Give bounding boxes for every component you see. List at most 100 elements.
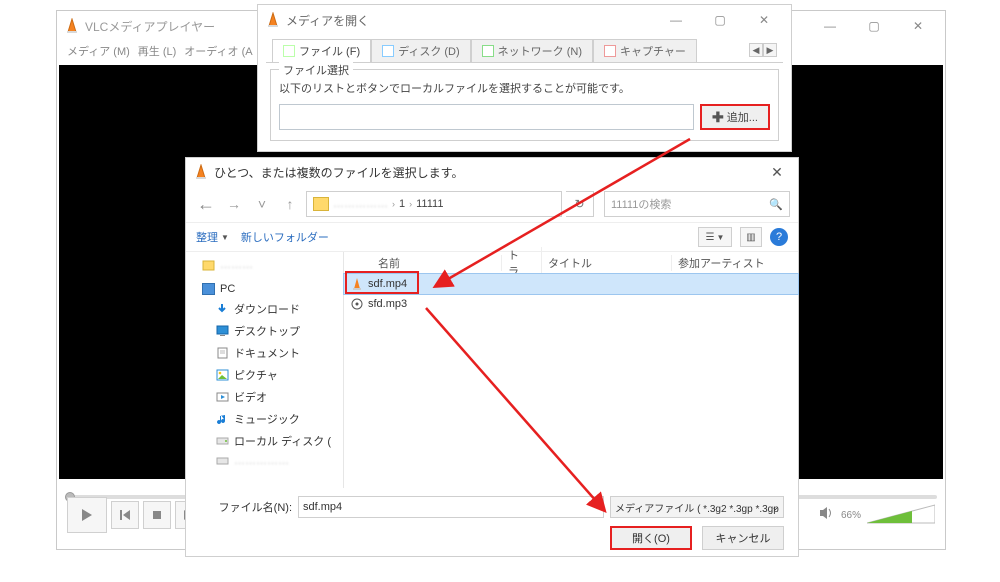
preview-pane-button[interactable]: ▥: [740, 227, 762, 247]
tab-disc[interactable]: ディスク (D): [371, 39, 471, 62]
breadcrumb-part1[interactable]: 1: [399, 198, 405, 210]
chevron-down-icon: ▼: [221, 233, 229, 242]
address-blurred-segment: ……………: [333, 198, 388, 210]
chevron-down-icon[interactable]: ▾: [595, 500, 600, 511]
col-artist[interactable]: 参加アーティスト: [672, 255, 798, 271]
prev-button[interactable]: [111, 501, 139, 529]
file-selection-group: ファイル選択 以下のリストとボタンでローカルファイルを選択することが可能です。 …: [270, 69, 779, 141]
tree-item-localdisk[interactable]: ローカル ディスク (: [186, 430, 343, 452]
tree-item-pictures[interactable]: ピクチャ: [186, 364, 343, 386]
desktop-icon: [216, 325, 229, 337]
vlc-cone-icon: [266, 12, 280, 28]
file-tab-icon: [283, 45, 295, 57]
disk-icon: [216, 435, 229, 447]
vlc-cone-icon: [194, 164, 208, 180]
file-list-textbox[interactable]: [279, 104, 694, 130]
disk-icon: [216, 455, 229, 467]
tab-capture[interactable]: キャプチャー: [593, 39, 697, 62]
tree-item-blurred[interactable]: ………: [186, 256, 343, 274]
nav-back-button[interactable]: ←: [194, 192, 218, 216]
open-media-tabs: ファイル (F) ディスク (D) ネットワーク (N) キャプチャー ◀ ▶: [266, 37, 783, 63]
tree-item-desktop[interactable]: デスクトップ: [186, 320, 343, 342]
menu-audio[interactable]: オーディオ (A: [184, 43, 252, 59]
nav-forward-button[interactable]: →: [222, 192, 246, 216]
list-rows: sdf.mp4 sfd.mp3: [344, 274, 798, 488]
file-selection-desc: 以下のリストとボタンでローカルファイルを選択することが可能です。: [279, 80, 770, 96]
new-folder-button[interactable]: 新しいフォルダー: [241, 229, 329, 245]
maximize-button[interactable]: ▢: [855, 11, 893, 41]
file-list: 名前 トラ... タイトル 参加アーティスト sdf.mp4 sfd: [344, 252, 798, 488]
file-selection-legend: ファイル選択: [279, 62, 353, 78]
tab-scroll-left[interactable]: ◀: [749, 43, 763, 57]
video-icon: [216, 391, 229, 403]
file-dialog-nav: ← → ˅ ↑ …………… › 1 › 11111 ↻ 11111の検索 🔍: [186, 186, 798, 222]
close-button[interactable]: ✕: [745, 5, 783, 35]
menu-media[interactable]: メディア (M): [67, 43, 130, 59]
tree-item-pc[interactable]: PC: [186, 280, 343, 298]
picture-icon: [216, 369, 229, 381]
address-bar[interactable]: …………… › 1 › 11111: [306, 191, 562, 217]
play-button[interactable]: [67, 497, 107, 533]
minimize-button[interactable]: —: [811, 11, 849, 41]
tree-item-blurred-2[interactable]: ……………: [186, 452, 343, 470]
volume-slider[interactable]: [867, 503, 935, 527]
disc-tab-icon: [382, 45, 394, 57]
audio-file-icon: [350, 297, 364, 311]
tab-scroll-right[interactable]: ▶: [763, 43, 777, 57]
close-button[interactable]: ✕: [764, 164, 790, 181]
open-button[interactable]: 開く(O): [610, 526, 692, 550]
nav-up-button[interactable]: ↑: [278, 192, 302, 216]
folder-icon: [202, 259, 215, 271]
view-mode-button[interactable]: ☰▼: [698, 227, 732, 247]
filename-label: ファイル名(N):: [200, 499, 292, 515]
file-type-filter[interactable]: メディアファイル ( *.3g2 *.3gp *.3gp ⌄: [610, 496, 784, 518]
volume-percent-label: 66%: [841, 510, 861, 521]
tree-item-music[interactable]: ミュージック: [186, 408, 343, 430]
breadcrumb-part2[interactable]: 11111: [416, 198, 443, 210]
file-dialog-titlebar: ひとつ、または複数のファイルを選択します。 ✕: [186, 158, 798, 186]
vlc-main-title: VLCメディアプレイヤー: [85, 18, 215, 35]
tree-item-documents[interactable]: ドキュメント: [186, 342, 343, 364]
filename-input[interactable]: sdf.mp4 ▾: [298, 496, 604, 518]
file-dialog-body: ……… PC ダウンロード デスクトップ ドキュメント ピクチャ: [186, 252, 798, 488]
tree-item-videos[interactable]: ビデオ: [186, 386, 343, 408]
file-dialog-bottom: ファイル名(N): sdf.mp4 ▾ メディアファイル ( *.3g2 *.3…: [186, 488, 798, 558]
file-dialog-title: ひとつ、または複数のファイルを選択します。: [214, 164, 463, 181]
col-name[interactable]: 名前: [372, 255, 502, 271]
file-dialog-toolbar: 整理 ▼ 新しいフォルダー ☰▼ ▥ ?: [186, 222, 798, 252]
add-file-button[interactable]: ✚ 追加...: [700, 104, 770, 130]
file-name: sfd.mp3: [368, 298, 407, 310]
minimize-button[interactable]: —: [657, 5, 695, 35]
maximize-button[interactable]: ▢: [701, 5, 739, 35]
close-button[interactable]: ✕: [899, 11, 937, 41]
file-open-dialog: ひとつ、または複数のファイルを選択します。 ✕ ← → ˅ ↑ …………… › …: [185, 157, 799, 557]
plus-icon: ✚: [712, 109, 724, 126]
tree-item-downloads[interactable]: ダウンロード: [186, 298, 343, 320]
cancel-button[interactable]: キャンセル: [702, 526, 784, 550]
nav-recent-dropdown[interactable]: ˅: [250, 192, 274, 216]
speaker-icon[interactable]: [819, 506, 835, 525]
vlc-cone-icon: [65, 18, 79, 34]
col-title[interactable]: タイトル: [542, 255, 672, 271]
document-icon: [216, 347, 229, 359]
volume-area: 66%: [819, 503, 935, 527]
network-tab-icon: [482, 45, 494, 57]
organize-menu[interactable]: 整理 ▼: [196, 229, 229, 245]
pc-icon: [202, 283, 215, 295]
menu-playback[interactable]: 再生 (L): [138, 43, 177, 59]
search-icon: 🔍: [769, 198, 783, 211]
folder-tree: ……… PC ダウンロード デスクトップ ドキュメント ピクチャ: [186, 252, 344, 488]
help-button[interactable]: ?: [770, 228, 788, 246]
file-row[interactable]: sfd.mp3: [344, 294, 798, 314]
open-media-dialog: メディアを開く — ▢ ✕ ファイル (F) ディスク (D) ネットワーク (…: [257, 4, 792, 152]
file-row[interactable]: sdf.mp4: [344, 274, 798, 294]
music-icon: [216, 413, 229, 425]
tab-file[interactable]: ファイル (F): [272, 39, 371, 62]
stop-button[interactable]: [143, 501, 171, 529]
refresh-button[interactable]: ↻: [566, 191, 594, 217]
tab-network[interactable]: ネットワーク (N): [471, 39, 593, 62]
open-media-title: メディアを開く: [286, 12, 369, 29]
search-input[interactable]: 11111の検索 🔍: [604, 191, 790, 217]
tab-scroll: ◀ ▶: [749, 43, 777, 57]
folder-icon: [313, 197, 329, 211]
